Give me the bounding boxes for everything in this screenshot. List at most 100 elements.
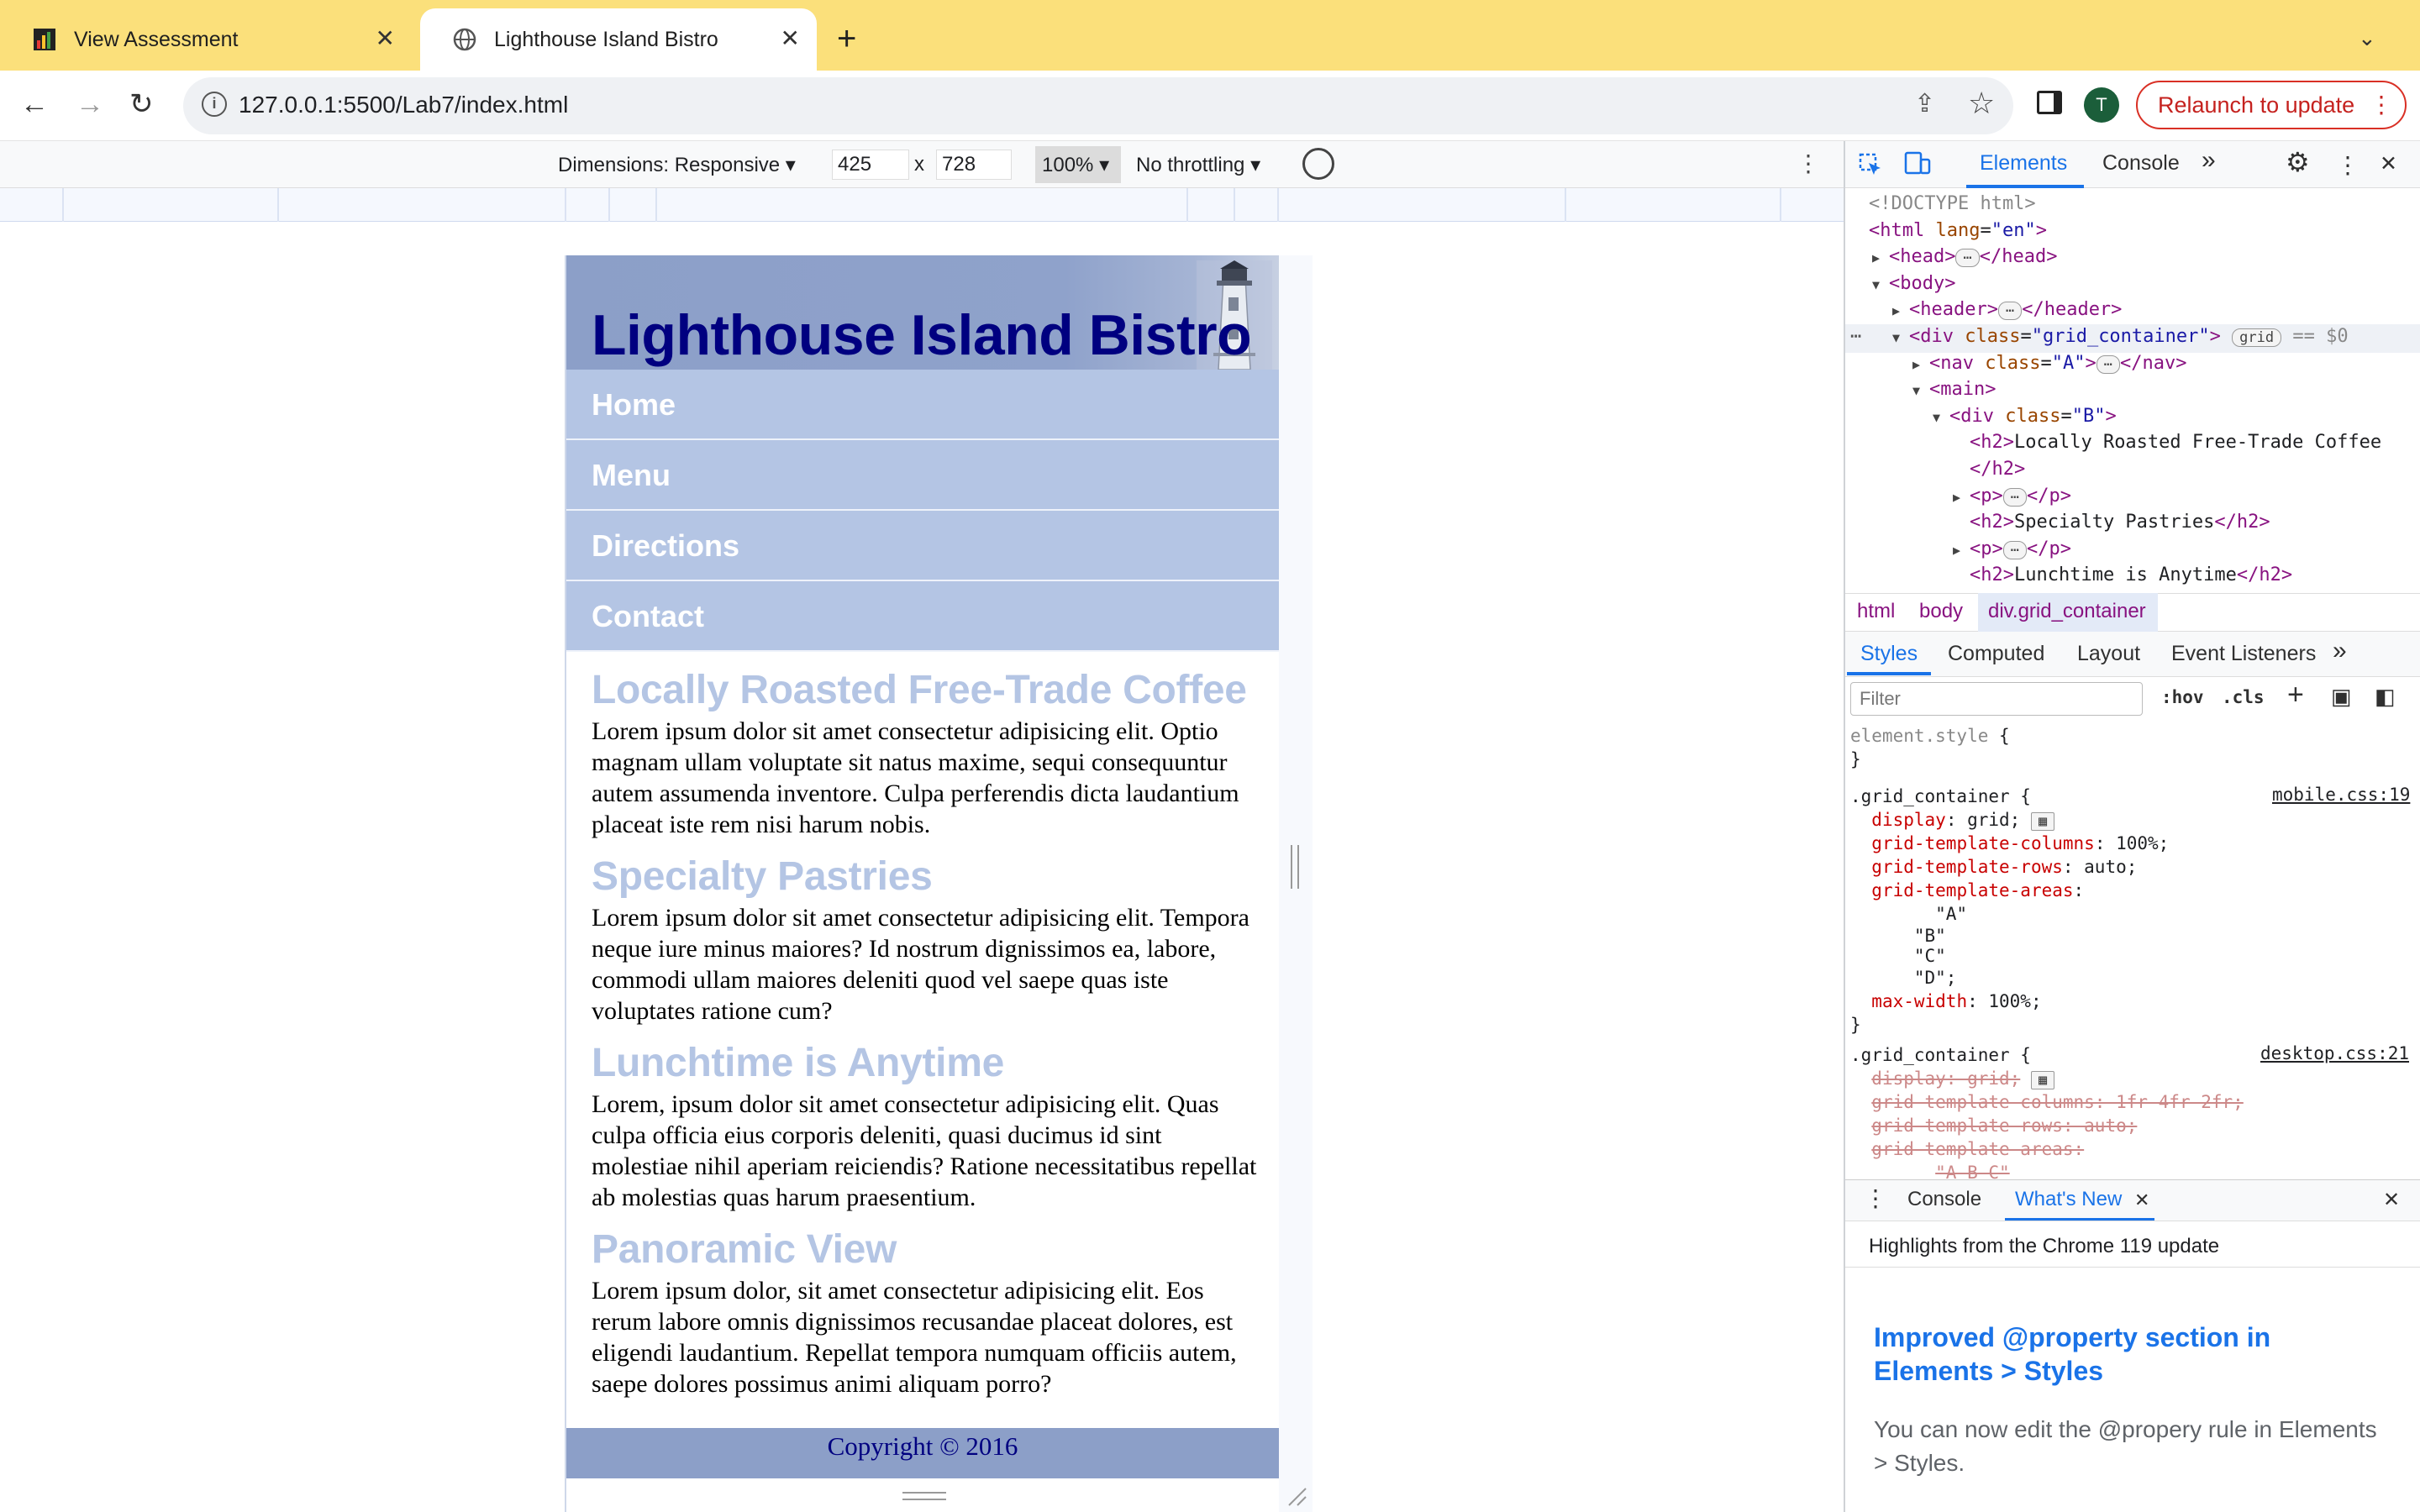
css-rule-line[interactable]: display: grid; ▦ xyxy=(1850,1067,2055,1090)
bookmark-star-icon[interactable]: ☆ xyxy=(1968,86,1995,121)
subtab-computed[interactable]: Computed xyxy=(1948,642,2044,666)
dom-node-line[interactable]: <html lang="en"> xyxy=(1869,218,2047,244)
tab-lighthouse-island-bistro[interactable]: Lighthouse Island Bistro ✕ xyxy=(420,8,817,71)
resize-handle-right[interactable] xyxy=(1291,845,1299,889)
tab-view-assessment[interactable]: View Assessment ✕ xyxy=(0,8,412,71)
relaunch-to-update-button[interactable]: Relaunch to update ⋮ xyxy=(2136,81,2407,129)
breadcrumb-grid-container[interactable]: div.grid_container xyxy=(1988,600,2146,623)
breadcrumb-body[interactable]: body xyxy=(1919,600,1963,623)
subtab-event-listeners[interactable]: Event Listeners xyxy=(2171,642,2316,666)
site-info-icon[interactable]: i xyxy=(202,92,227,117)
tab-console[interactable]: Console xyxy=(2102,151,2180,176)
css-rule-line[interactable]: grid-template-columns: 100%; xyxy=(1850,832,2169,855)
nav-home-link[interactable]: Home xyxy=(566,370,1279,440)
expand-arrow-icon: ▼ xyxy=(1872,276,1881,292)
zoom-dropdown[interactable]: 100% ▾ xyxy=(1042,153,1109,177)
close-whats-new-icon[interactable]: ✕ xyxy=(2134,1189,2149,1211)
more-subtabs-icon[interactable]: » xyxy=(2333,637,2347,665)
dom-node-line[interactable]: ▶ <p> ⋯ </p> xyxy=(1953,537,2071,563)
css-rule-line[interactable]: "D"; xyxy=(1850,966,1957,990)
dom-node-line[interactable]: ▶ <header> ⋯ </header> xyxy=(1892,297,2122,323)
dom-node-line[interactable]: <h2>Lunchtime is Anytime</h2> xyxy=(1970,563,2292,588)
breadcrumb-html[interactable]: html xyxy=(1857,600,1895,623)
dom-node-line[interactable]: <!DOCTYPE html> xyxy=(1869,192,2036,217)
subtab-styles[interactable]: Styles xyxy=(1860,642,1918,666)
class-toggle[interactable]: .cls xyxy=(2222,687,2265,707)
css-rule-line[interactable]: } xyxy=(1850,748,1861,771)
css-rule-line[interactable]: "A" xyxy=(1850,902,1967,926)
close-tab-icon[interactable]: ✕ xyxy=(781,27,800,50)
css-rule-line[interactable]: grid-template-rows: auto; xyxy=(1850,855,2137,879)
styles-filter-input[interactable]: Filter xyxy=(1850,682,2143,716)
new-tab-button[interactable]: + xyxy=(837,22,856,55)
css-rule-line[interactable]: grid-template-areas: xyxy=(1850,879,2084,902)
nav-directions-link[interactable]: Directions xyxy=(566,511,1279,581)
css-rule-line[interactable]: grid-template-rows: auto; xyxy=(1850,1114,2137,1137)
dom-node-line[interactable]: ▼ <div class="B"> xyxy=(1933,404,2117,430)
dom-node-line[interactable]: <h2>Specialty Pastries</h2> xyxy=(1970,510,2270,535)
ruler-tick xyxy=(1565,188,1566,222)
close-tab-icon[interactable]: ✕ xyxy=(376,27,395,50)
dom-node-line[interactable]: ▶ <p> ⋯ </p> xyxy=(1953,484,2071,510)
dom-node-line[interactable]: <h2>Locally Roasted Free-Trade Coffee xyxy=(1970,430,2381,455)
forward-icon[interactable]: → xyxy=(76,87,104,121)
add-rule-plus-icon[interactable]: + xyxy=(2287,679,2304,711)
source-link-desktop-css[interactable]: desktop.css:21 xyxy=(2260,1043,2409,1063)
css-rule-line[interactable]: .grid_container { xyxy=(1850,785,2031,808)
css-rule-line[interactable]: display: grid; ▦ xyxy=(1850,808,2055,832)
css-rule-line[interactable]: grid-template-areas: xyxy=(1850,1137,2084,1161)
drawer-tab-whats-new[interactable]: What's New xyxy=(2015,1188,2122,1211)
toggle-sidebar-icon[interactable]: ◧ xyxy=(2375,684,2396,710)
dom-node-line[interactable]: ▶ <head> ⋯ </head> xyxy=(1872,244,2057,270)
subtab-layout[interactable]: Layout xyxy=(2077,642,2140,666)
back-icon[interactable]: ← xyxy=(20,87,49,121)
close-devtools-icon[interactable]: ✕ xyxy=(2380,151,2397,176)
throttling-dropdown[interactable]: No throttling ▾ xyxy=(1136,153,1260,177)
tab-search-chevron-icon[interactable]: ⌄ xyxy=(2358,25,2376,51)
nav-menu-link[interactable]: Menu xyxy=(566,440,1279,511)
url-text[interactable]: 127.0.0.1:5500/Lab7/index.html xyxy=(239,92,568,118)
content-section: Locally Roasted Free-Trade Coffee Lorem … xyxy=(592,665,1264,840)
height-input[interactable]: 728 xyxy=(936,150,1012,180)
dimensions-dropdown[interactable]: Dimensions: Responsive ▾ xyxy=(558,153,796,177)
share-icon[interactable]: ⇪ xyxy=(1914,89,1935,118)
whats-new-title-link[interactable]: Improved @property section in Elements >… xyxy=(1874,1320,2344,1388)
node-actions-icon[interactable]: ⋯ xyxy=(1850,324,1861,349)
globe-favicon xyxy=(453,28,476,51)
drawer-tab-console[interactable]: Console xyxy=(1907,1188,1981,1211)
more-options-icon[interactable]: ⋮ xyxy=(1797,150,1820,177)
caret-down-icon: ▾ xyxy=(1099,154,1110,176)
reload-icon[interactable]: ↻ xyxy=(129,87,154,121)
hover-state-toggle[interactable]: :hov xyxy=(2161,687,2204,707)
css-rule-line[interactable]: } xyxy=(1850,1013,1861,1037)
devtools-menu-icon[interactable]: ⋮ xyxy=(2336,151,2360,179)
dom-node-line[interactable]: ▼ <div class="grid_container"> grid == $0 xyxy=(1892,324,2349,350)
profile-avatar[interactable]: T xyxy=(2084,87,2119,123)
more-tabs-icon[interactable]: » xyxy=(2202,146,2216,175)
dom-node-line[interactable]: </h2> xyxy=(1970,457,2025,482)
inspect-element-icon[interactable] xyxy=(1859,153,1882,176)
resize-corner-icon[interactable] xyxy=(1286,1485,1307,1507)
drawer-menu-icon[interactable]: ⋮ xyxy=(1864,1184,1887,1212)
css-rule-line[interactable]: element.style { xyxy=(1850,724,2010,748)
css-rule-line[interactable]: grid-template-columns: 1fr 4fr 2fr; xyxy=(1850,1090,2244,1114)
source-link-mobile-css[interactable]: mobile.css:19 xyxy=(2272,785,2410,805)
device-toggle-icon[interactable] xyxy=(1904,151,1931,176)
paint-brush-icon[interactable]: ▣ xyxy=(2331,684,2352,710)
width-input[interactable]: 425 xyxy=(832,150,909,180)
side-panel-icon[interactable] xyxy=(2037,91,2062,114)
rotate-device-icon[interactable] xyxy=(1302,148,1334,180)
nav-contact-link[interactable]: Contact xyxy=(566,581,1279,652)
css-rule-line[interactable]: "C" xyxy=(1850,944,1946,968)
dom-node-line[interactable]: ▼ <main> xyxy=(1912,377,1996,403)
menu-dots-icon[interactable]: ⋮ xyxy=(2370,82,2393,128)
tab-elements[interactable]: Elements xyxy=(1980,151,2067,176)
settings-gear-icon[interactable]: ⚙ xyxy=(2286,146,2310,178)
resize-handle-bottom[interactable] xyxy=(902,1492,946,1500)
close-drawer-icon[interactable]: ✕ xyxy=(2383,1188,2400,1212)
relaunch-label: Relaunch to update xyxy=(2158,92,2355,118)
dom-node-line[interactable]: ▼ <body> xyxy=(1872,271,1955,297)
dom-node-line[interactable]: ▶ <nav class="A"> ⋯ </nav> xyxy=(1912,351,2186,377)
css-rule-line[interactable]: .grid_container { xyxy=(1850,1043,2031,1067)
css-rule-line[interactable]: max-width: 100%; xyxy=(1850,990,2041,1013)
